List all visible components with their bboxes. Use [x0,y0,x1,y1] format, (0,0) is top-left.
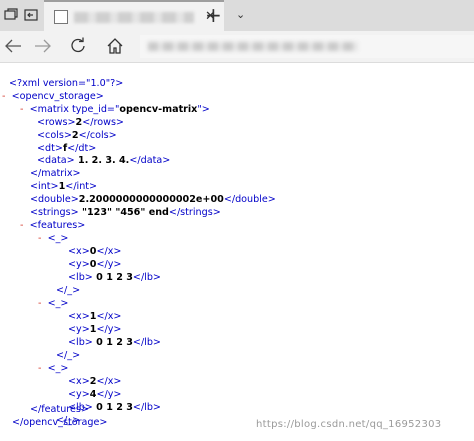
feature-item-close: </_> [56,350,81,361]
back-arrow-icon [5,39,21,53]
feature-y: <y>1</y> [68,324,122,335]
dt-element: <dt>f</dt> [37,143,97,154]
page-favicon-icon [54,10,68,24]
features-close: </features> [30,404,89,415]
strings-element: <strings> "123" "456" end</strings> [30,207,221,218]
feature-y: <y>0</y> [68,259,122,270]
feature-item-open: - <_> [38,233,69,244]
navigation-toolbar [0,31,474,63]
feature-x: <x>2</x> [68,376,122,387]
forward-arrow-icon [35,39,51,53]
browser-tab-active[interactable]: ✕ [44,0,224,31]
feature-item-open: - <_> [38,298,69,309]
matrix-open: - <matrix type_id="opencv-matrix"> [20,104,210,115]
feature-lb: <lb> 0 1 2 3</lb> [68,272,161,283]
back-button[interactable] [2,35,24,57]
feature-lb: <lb> 0 1 2 3</lb> [68,337,161,348]
forward-button[interactable] [32,35,54,57]
xml-declaration: <?xml version="1.0"?> [9,78,124,89]
feature-y: <y>4</y> [68,389,122,400]
refresh-button[interactable] [67,35,89,57]
features-open: - <features> [20,220,86,231]
tab-list-chevron-icon[interactable]: ⌄ [236,8,245,21]
set-tabs-aside-icon[interactable] [22,6,40,24]
matrix-close: </matrix> [30,168,81,179]
url-blurred [148,42,358,51]
watermark: https://blog.csdn.net/qq_16952303 [256,419,442,430]
feature-item-open: - <_> [38,363,69,374]
feature-x: <x>0</x> [68,246,122,257]
opencv-storage-open: - <opencv_storage> [2,91,104,102]
home-button[interactable] [104,35,126,57]
int-element: <int>1</int> [30,181,98,192]
feature-item-close: </_> [56,285,81,296]
double-element: <double>2.2000000000000002e+00</double> [30,194,276,205]
tab-bar: ✕ + ⌄ [0,0,474,32]
new-tab-button[interactable]: + [205,3,222,27]
tab-title-blurred [74,12,194,23]
cols-element: <cols>2</cols> [37,130,117,141]
tab-actions-icon[interactable] [2,6,20,24]
rows-element: <rows>2</rows> [37,117,124,128]
data-element: <data> 1. 2. 3. 4.</data> [37,155,171,166]
refresh-icon [71,37,85,53]
home-icon [107,38,123,54]
opencv-storage-close: </opencv_storage> [12,417,108,428]
address-bar[interactable] [140,35,474,58]
feature-x: <x>1</x> [68,311,122,322]
